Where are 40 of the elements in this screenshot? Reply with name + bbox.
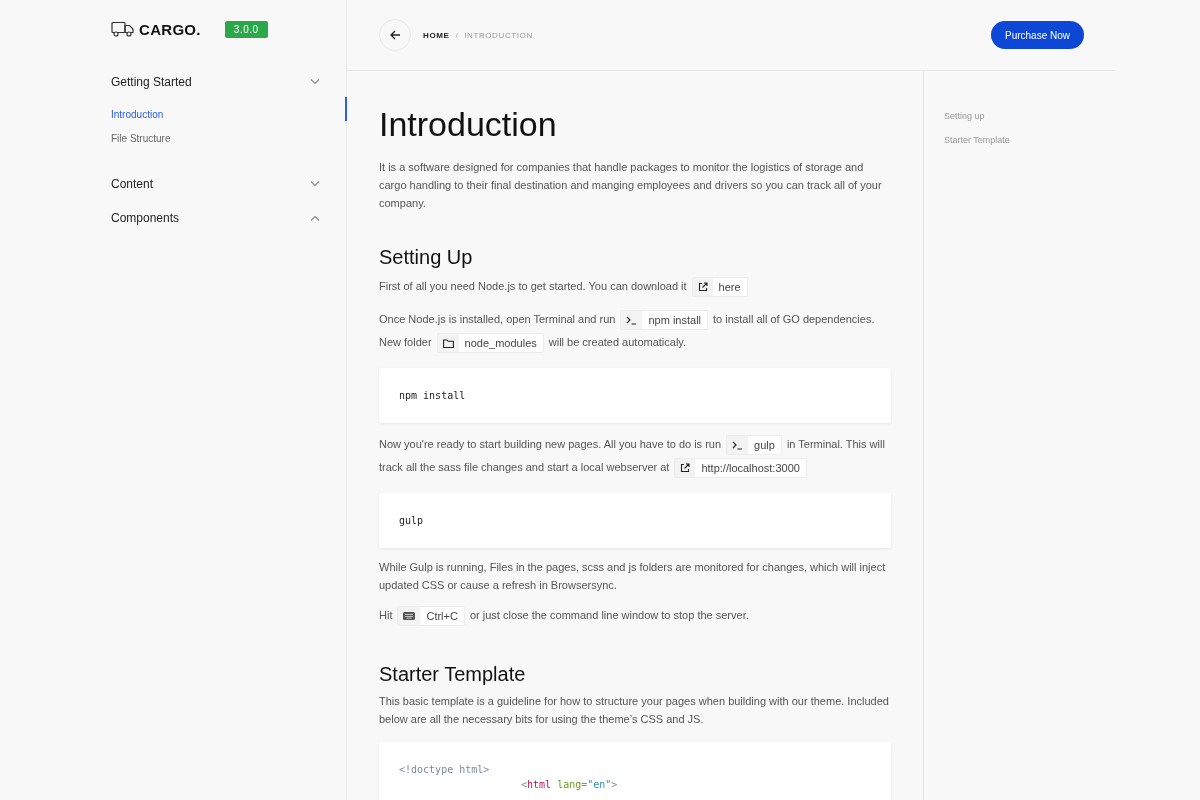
external-link-icon — [697, 282, 708, 293]
logo-text: CARGO. — [139, 20, 201, 38]
inline-code-chip: node_modules — [436, 333, 544, 354]
external-link-icon — [680, 463, 691, 474]
nav-group-toggle[interactable]: Components — [111, 201, 320, 235]
breadcrumb-link[interactable]: HOME — [423, 30, 450, 40]
nav-link[interactable]: File Structure — [111, 127, 171, 151]
keyboard-icon — [403, 612, 416, 621]
section-heading: Starter Template — [379, 663, 527, 686]
inline-code-chip: npm install — [620, 310, 708, 331]
truck-icon — [111, 21, 135, 37]
back-button[interactable] — [379, 19, 411, 51]
nav-group-toggle[interactable]: Getting Started — [111, 65, 320, 99]
code-line: npm install — [399, 390, 466, 401]
code-line: gulp — [399, 515, 424, 526]
inline-code-chip: gulp — [726, 435, 782, 456]
code-line: <!doctype html> — [399, 764, 490, 775]
code-line: <html lang="en"> — [521, 779, 618, 790]
page-title: Introduction — [379, 105, 558, 144]
terminal-icon — [732, 440, 744, 450]
folder-icon — [442, 338, 454, 348]
paragraph: Once Node.js is installed, open Terminal and run npm install to install all of GO dependencies. New folder node_modules will be created automaticaly. — [379, 308, 891, 354]
paragraph: First of all you need Node.js to get started. You can download it here — [379, 275, 891, 298]
section-heading: Setting Up — [379, 246, 474, 269]
nav-group-toggle[interactable]: Content — [111, 167, 320, 201]
back-arrow-icon — [389, 30, 401, 40]
purchase-button[interactable]: Purchase Now — [990, 21, 1084, 49]
inline-code-chip: http://localhost:3000 — [674, 458, 807, 479]
inline-code-chip: here — [691, 277, 748, 298]
active-indicator — [345, 97, 347, 121]
paragraph: Hit Ctrl+C or just close the command line window to stop the server. — [379, 604, 891, 627]
breadcrumb-separator: / — [455, 30, 459, 40]
version-badge: 3.0.0 — [224, 20, 268, 38]
terminal-icon — [626, 315, 638, 325]
nav-link[interactable]: Introduction — [111, 103, 164, 127]
paragraph: While Gulp is running, Files in the pages, scss and js folders are monitored for changes, which will inject updated CSS or cause a refresh in Browsersync. — [379, 560, 887, 593]
intro-paragraph: It is a software designed for companies that handle packages to monitor the logistics of storage and cargo handling to their final destination and manging employees and drivers so you can track all of your company. — [379, 160, 883, 211]
paragraph: This basic template is a guideline for how to structure your pages when building with our theme. Included below are all the necessary bits for using the theme’s CSS and JS. — [379, 694, 890, 727]
paragraph: Now you're ready to start building new pages. All you have to do is run gulp in Terminal. This will track all the sass file changes and start a local webserver at http://localhost:3000 — [379, 433, 891, 479]
inline-code-chip: Ctrl+C — [397, 606, 465, 627]
